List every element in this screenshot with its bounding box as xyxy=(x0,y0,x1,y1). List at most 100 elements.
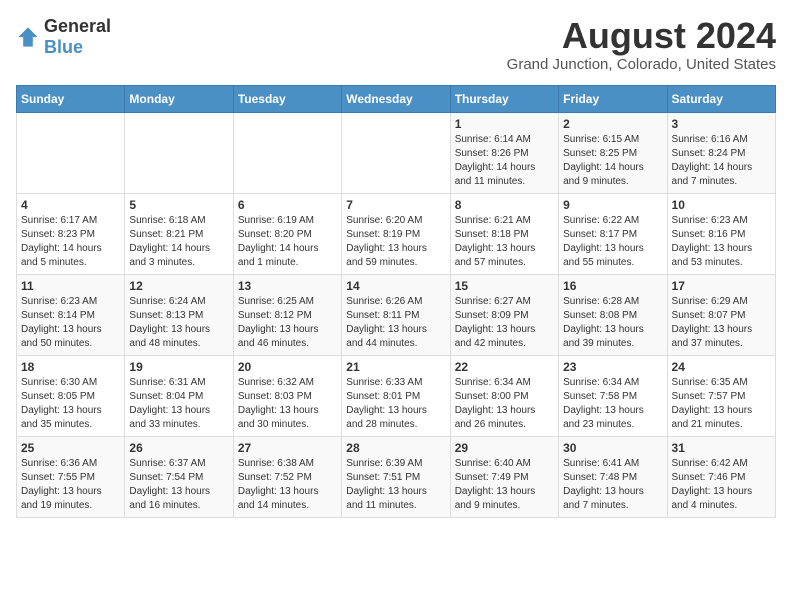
day-info: Sunrise: 6:19 AM Sunset: 8:20 PM Dayligh… xyxy=(238,214,337,270)
calendar-cell: 26 Sunrise: 6:37 AM Sunset: 7:54 PM Dayli… xyxy=(125,436,233,517)
calendar-cell: 21 Sunrise: 6:33 AM Sunset: 8:01 PM Dayli… xyxy=(342,355,450,436)
day-number: 3 xyxy=(672,117,771,131)
day-info: Sunrise: 6:23 AM Sunset: 8:16 PM Dayligh… xyxy=(672,214,771,270)
day-number: 19 xyxy=(129,360,228,374)
calendar-cell: 24 Sunrise: 6:35 AM Sunset: 7:57 PM Dayli… xyxy=(667,355,775,436)
day-info: Sunrise: 6:24 AM Sunset: 8:13 PM Dayligh… xyxy=(129,295,228,351)
calendar-cell: 4 Sunrise: 6:17 AM Sunset: 8:23 PM Daylig… xyxy=(17,193,125,274)
day-number: 23 xyxy=(563,360,662,374)
day-info: Sunrise: 6:35 AM Sunset: 7:57 PM Dayligh… xyxy=(672,376,771,432)
header: General Blue August 2024 Grand Junction,… xyxy=(16,16,776,73)
calendar-cell: 11 Sunrise: 6:23 AM Sunset: 8:14 PM Dayli… xyxy=(17,274,125,355)
day-info: Sunrise: 6:14 AM Sunset: 8:26 PM Dayligh… xyxy=(455,133,554,189)
day-number: 10 xyxy=(672,198,771,212)
logo-blue: Blue xyxy=(44,37,83,57)
calendar-cell: 30 Sunrise: 6:41 AM Sunset: 7:48 PM Dayli… xyxy=(559,436,667,517)
day-number: 17 xyxy=(672,279,771,293)
week-row-5: 25Sunrise: 6:36 AM Sunset: 7:55 PM Dayli… xyxy=(17,436,776,517)
day-number: 29 xyxy=(455,441,554,455)
calendar-cell: 2 Sunrise: 6:15 AM Sunset: 8:25 PM Daylig… xyxy=(559,112,667,193)
column-header-monday: Monday xyxy=(125,85,233,112)
subtitle: Grand Junction, Colorado, United States xyxy=(507,56,776,73)
day-number: 8 xyxy=(455,198,554,212)
calendar-cell: 22 Sunrise: 6:34 AM Sunset: 8:00 PM Dayli… xyxy=(450,355,558,436)
day-number: 11 xyxy=(21,279,120,293)
day-info: Sunrise: 6:21 AM Sunset: 8:18 PM Dayligh… xyxy=(455,214,554,270)
day-info: Sunrise: 6:32 AM Sunset: 8:03 PM Dayligh… xyxy=(238,376,337,432)
day-number: 24 xyxy=(672,360,771,374)
day-number: 5 xyxy=(129,198,228,212)
calendar-cell: 23 Sunrise: 6:34 AM Sunset: 7:58 PM Dayli… xyxy=(559,355,667,436)
calendar-cell: 18Sunrise: 6:30 AM Sunset: 8:05 PM Dayli… xyxy=(17,355,125,436)
day-info: Sunrise: 6:25 AM Sunset: 8:12 PM Dayligh… xyxy=(238,295,337,351)
calendar-cell: 5 Sunrise: 6:18 AM Sunset: 8:21 PM Daylig… xyxy=(125,193,233,274)
column-header-saturday: Saturday xyxy=(667,85,775,112)
column-header-friday: Friday xyxy=(559,85,667,112)
calendar-cell: 3Sunrise: 6:16 AM Sunset: 8:24 PM Daylig… xyxy=(667,112,775,193)
day-number: 31 xyxy=(672,441,771,455)
week-row-2: 4 Sunrise: 6:17 AM Sunset: 8:23 PM Daylig… xyxy=(17,193,776,274)
column-header-sunday: Sunday xyxy=(17,85,125,112)
day-number: 4 xyxy=(21,198,120,212)
day-number: 28 xyxy=(346,441,445,455)
column-header-wednesday: Wednesday xyxy=(342,85,450,112)
calendar-cell: 14Sunrise: 6:26 AM Sunset: 8:11 PM Dayli… xyxy=(342,274,450,355)
day-number: 6 xyxy=(238,198,337,212)
day-info: Sunrise: 6:27 AM Sunset: 8:09 PM Dayligh… xyxy=(455,295,554,351)
calendar-cell: 20 Sunrise: 6:32 AM Sunset: 8:03 PM Dayli… xyxy=(233,355,341,436)
day-info: Sunrise: 6:42 AM Sunset: 7:46 PM Dayligh… xyxy=(672,457,771,513)
day-info: Sunrise: 6:34 AM Sunset: 8:00 PM Dayligh… xyxy=(455,376,554,432)
day-number: 16 xyxy=(563,279,662,293)
day-info: Sunrise: 6:17 AM Sunset: 8:23 PM Dayligh… xyxy=(21,214,120,270)
calendar-cell: 28 Sunrise: 6:39 AM Sunset: 7:51 PM Dayli… xyxy=(342,436,450,517)
calendar-cell: 8 Sunrise: 6:21 AM Sunset: 8:18 PM Daylig… xyxy=(450,193,558,274)
logo-general: General xyxy=(44,16,111,36)
day-info: Sunrise: 6:28 AM Sunset: 8:08 PM Dayligh… xyxy=(563,295,662,351)
day-info: Sunrise: 6:23 AM Sunset: 8:14 PM Dayligh… xyxy=(21,295,120,351)
day-info: Sunrise: 6:37 AM Sunset: 7:54 PM Dayligh… xyxy=(129,457,228,513)
day-number: 1 xyxy=(455,117,554,131)
day-info: Sunrise: 6:29 AM Sunset: 8:07 PM Dayligh… xyxy=(672,295,771,351)
day-number: 12 xyxy=(129,279,228,293)
calendar-cell xyxy=(125,112,233,193)
day-number: 21 xyxy=(346,360,445,374)
main-title: August 2024 xyxy=(507,16,776,56)
calendar-cell xyxy=(233,112,341,193)
day-info: Sunrise: 6:34 AM Sunset: 7:58 PM Dayligh… xyxy=(563,376,662,432)
day-info: Sunrise: 6:20 AM Sunset: 8:19 PM Dayligh… xyxy=(346,214,445,270)
calendar-cell xyxy=(17,112,125,193)
week-row-4: 18Sunrise: 6:30 AM Sunset: 8:05 PM Dayli… xyxy=(17,355,776,436)
week-row-1: 1 Sunrise: 6:14 AM Sunset: 8:26 PM Daylig… xyxy=(17,112,776,193)
day-info: Sunrise: 6:15 AM Sunset: 8:25 PM Dayligh… xyxy=(563,133,662,189)
day-number: 7 xyxy=(346,198,445,212)
day-info: Sunrise: 6:40 AM Sunset: 7:49 PM Dayligh… xyxy=(455,457,554,513)
day-number: 2 xyxy=(563,117,662,131)
calendar-cell: 25Sunrise: 6:36 AM Sunset: 7:55 PM Dayli… xyxy=(17,436,125,517)
day-number: 26 xyxy=(129,441,228,455)
column-header-thursday: Thursday xyxy=(450,85,558,112)
calendar-cell: 13 Sunrise: 6:25 AM Sunset: 8:12 PM Dayli… xyxy=(233,274,341,355)
calendar-header: SundayMondayTuesdayWednesdayThursdayFrid… xyxy=(17,85,776,112)
calendar-cell: 27Sunrise: 6:38 AM Sunset: 7:52 PM Dayli… xyxy=(233,436,341,517)
day-number: 13 xyxy=(238,279,337,293)
day-info: Sunrise: 6:39 AM Sunset: 7:51 PM Dayligh… xyxy=(346,457,445,513)
day-info: Sunrise: 6:33 AM Sunset: 8:01 PM Dayligh… xyxy=(346,376,445,432)
calendar-cell: 9 Sunrise: 6:22 AM Sunset: 8:17 PM Daylig… xyxy=(559,193,667,274)
calendar-table: SundayMondayTuesdayWednesdayThursdayFrid… xyxy=(16,85,776,518)
calendar-cell: 29 Sunrise: 6:40 AM Sunset: 7:49 PM Dayli… xyxy=(450,436,558,517)
day-info: Sunrise: 6:22 AM Sunset: 8:17 PM Dayligh… xyxy=(563,214,662,270)
day-number: 9 xyxy=(563,198,662,212)
column-header-tuesday: Tuesday xyxy=(233,85,341,112)
calendar-cell: 1 Sunrise: 6:14 AM Sunset: 8:26 PM Daylig… xyxy=(450,112,558,193)
day-info: Sunrise: 6:41 AM Sunset: 7:48 PM Dayligh… xyxy=(563,457,662,513)
day-number: 14 xyxy=(346,279,445,293)
day-info: Sunrise: 6:18 AM Sunset: 8:21 PM Dayligh… xyxy=(129,214,228,270)
calendar-cell: 6 Sunrise: 6:19 AM Sunset: 8:20 PM Daylig… xyxy=(233,193,341,274)
day-info: Sunrise: 6:31 AM Sunset: 8:04 PM Dayligh… xyxy=(129,376,228,432)
day-number: 20 xyxy=(238,360,337,374)
logo-icon xyxy=(16,25,40,49)
calendar-cell: 19 Sunrise: 6:31 AM Sunset: 8:04 PM Dayli… xyxy=(125,355,233,436)
day-number: 30 xyxy=(563,441,662,455)
day-number: 22 xyxy=(455,360,554,374)
calendar-body: 1 Sunrise: 6:14 AM Sunset: 8:26 PM Daylig… xyxy=(17,112,776,517)
